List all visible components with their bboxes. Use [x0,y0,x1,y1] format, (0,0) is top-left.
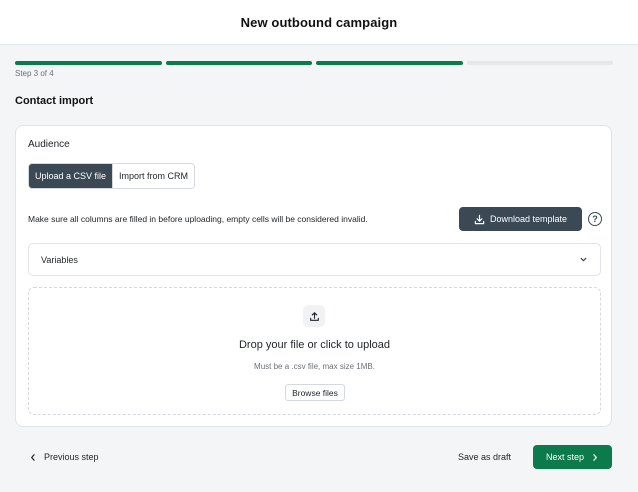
progress-segment-1 [15,61,162,65]
progress-segment-2 [165,61,312,65]
variables-accordion[interactable]: Variables [28,243,601,276]
page-title: New outbound campaign [240,14,398,30]
variables-label: Variables [41,254,78,265]
save-draft-label: Save as draft [458,452,512,462]
file-dropzone[interactable]: Drop your file or click to upload Must b… [28,287,601,415]
previous-step-button[interactable]: Previous step [29,450,99,464]
audience-label: Audience [28,139,70,150]
step-indicator: Step 3 of 4 [15,69,54,78]
chevron-right-icon [593,453,597,461]
upload-icon [309,311,319,321]
next-step-label: Next step [545,452,585,462]
upload-icon-container [303,305,325,327]
chevron-down-icon [580,257,587,262]
progress-segment-3 [316,61,463,65]
upload-hint-text: Make sure all columns are filled in befo… [28,214,368,224]
contact-import-card: Audience Upload a CSV file Import from C… [15,125,612,427]
previous-step-label: Previous step [44,452,99,462]
dropzone-title: Drop your file or click to upload [238,339,390,351]
help-icon[interactable]: ? [588,212,602,226]
download-icon [474,214,485,224]
save-draft-button[interactable]: Save as draft [458,450,511,464]
browse-files-button[interactable]: Browse files [285,384,345,401]
next-step-button[interactable]: Next step [533,445,612,469]
progress-segment-4 [466,61,613,65]
step-progress-bar [15,61,613,65]
download-template-button[interactable]: Download template [459,207,582,231]
import-crm-option[interactable]: Import from CRM [112,164,195,188]
upload-csv-option[interactable]: Upload a CSV file [29,164,113,188]
section-title: Contact import [15,95,94,107]
audience-source-toggle: Upload a CSV file Import from CRM [28,163,196,189]
chevron-left-icon [31,453,35,461]
dropzone-subtitle: Must be a .csv file, max size 1MB. [254,362,375,371]
download-template-label: Download template [489,214,568,224]
page-header: New outbound campaign [0,0,638,45]
